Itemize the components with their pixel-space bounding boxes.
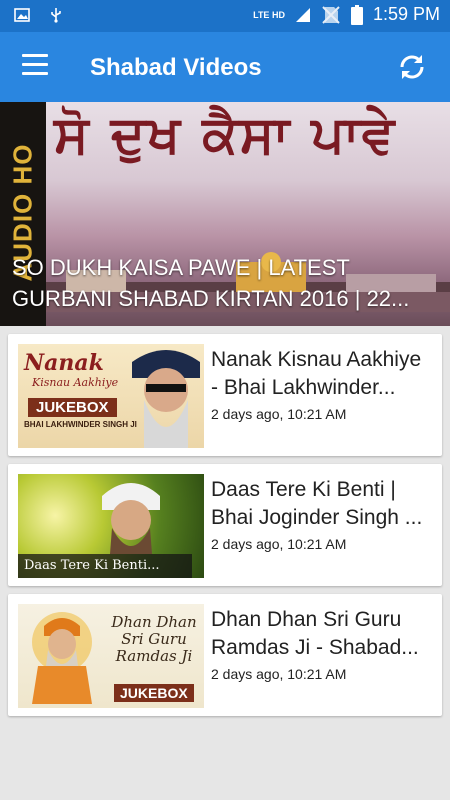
video-thumbnail: Daas Tere Ki Benti... [18,474,204,578]
thumb-title: Dhan Dhan Sri Guru Ramdas Ji [111,613,197,665]
thumb-title: Nanak [24,350,104,376]
guru-portrait [32,612,92,704]
singer-portrait [102,483,160,554]
featured-title: SO DUKH KAISA PAWE | LATEST GURBANI SHAB… [12,252,440,314]
singer-portrait [132,350,200,448]
video-title: Daas Tere Ki Benti | Bhai Joginder Singh… [211,476,435,532]
network-type: LTE HD [253,9,285,20]
video-thumbnail: Dhan Dhan Sri Guru Ramdas Ji JUKEBOX [18,604,204,708]
video-title-line1: Daas Tere Ki Benti | [211,478,396,501]
video-title-line1: Nanak Kisnau Aakhiye [211,348,422,371]
refresh-icon[interactable] [396,51,428,83]
thumb-caption: Daas Tere Ki Benti... [18,554,192,578]
battery-icon [350,4,363,25]
thumb-singer: BHAI LAKHWINDER SINGH JI [24,420,137,429]
video-thumbnail: Nanak Kisnau Aakhiye JUKEBOX BHAI LAKHWI… [18,344,204,448]
page-title: Shabad Videos [90,54,262,81]
thumb-subtitle: Kisnau Aakhiye [32,376,119,389]
video-time: 2 days ago, 10:21 AM [211,406,347,422]
video-title-line1: Dhan Dhan Sri Guru [211,608,402,631]
video-card[interactable]: Nanak Kisnau Aakhiye JUKEBOX BHAI LAKHWI… [8,334,442,456]
video-title-line2: - Bhai Lakhwinder... [211,376,396,399]
video-title-line2: Ramdas Ji - Shabad... [211,636,419,659]
video-card[interactable]: Daas Tere Ki Benti... Daas Tere Ki Benti… [8,464,442,586]
app-bar: Shabad Videos [0,32,450,102]
video-title: Nanak Kisnau Aakhiye - Bhai Lakhwinder..… [211,346,435,402]
hamburger-menu-icon[interactable] [22,54,48,76]
no-sim-icon [322,5,340,24]
video-card[interactable]: Dhan Dhan Sri Guru Ramdas Ji JUKEBOX Dha… [8,594,442,716]
video-title: Dhan Dhan Sri Guru Ramdas Ji - Shabad... [211,606,435,662]
signal-icon [295,7,310,22]
status-time: 1:59 PM [372,4,440,24]
jukebox-badge: JUKEBOX [28,398,117,417]
featured-title-line1: SO DUKH KAISA PAWE | LATEST [12,255,350,280]
featured-title-art: ਸੋ ਦੁਖ ਕੈਸਾ ਪਾਵੇ [54,104,397,165]
gallery-icon [14,8,30,22]
status-bar: LTE HD 1:59 PM [0,0,450,32]
featured-title-line2: GURBANI SHABAD KIRTAN 2016 | 22... [12,286,410,311]
video-time: 2 days ago, 10:21 AM [211,666,347,682]
video-time: 2 days ago, 10:21 AM [211,536,347,552]
video-title-line2: Bhai Joginder Singh ... [211,506,423,529]
usb-icon [51,8,61,23]
jukebox-badge: JUKEBOX [114,684,194,702]
featured-video[interactable]: AUDIO HO ਸੋ ਦੁਖ ਕੈਸਾ ਪਾਵੇ SO DUKH KAISA … [0,102,450,326]
